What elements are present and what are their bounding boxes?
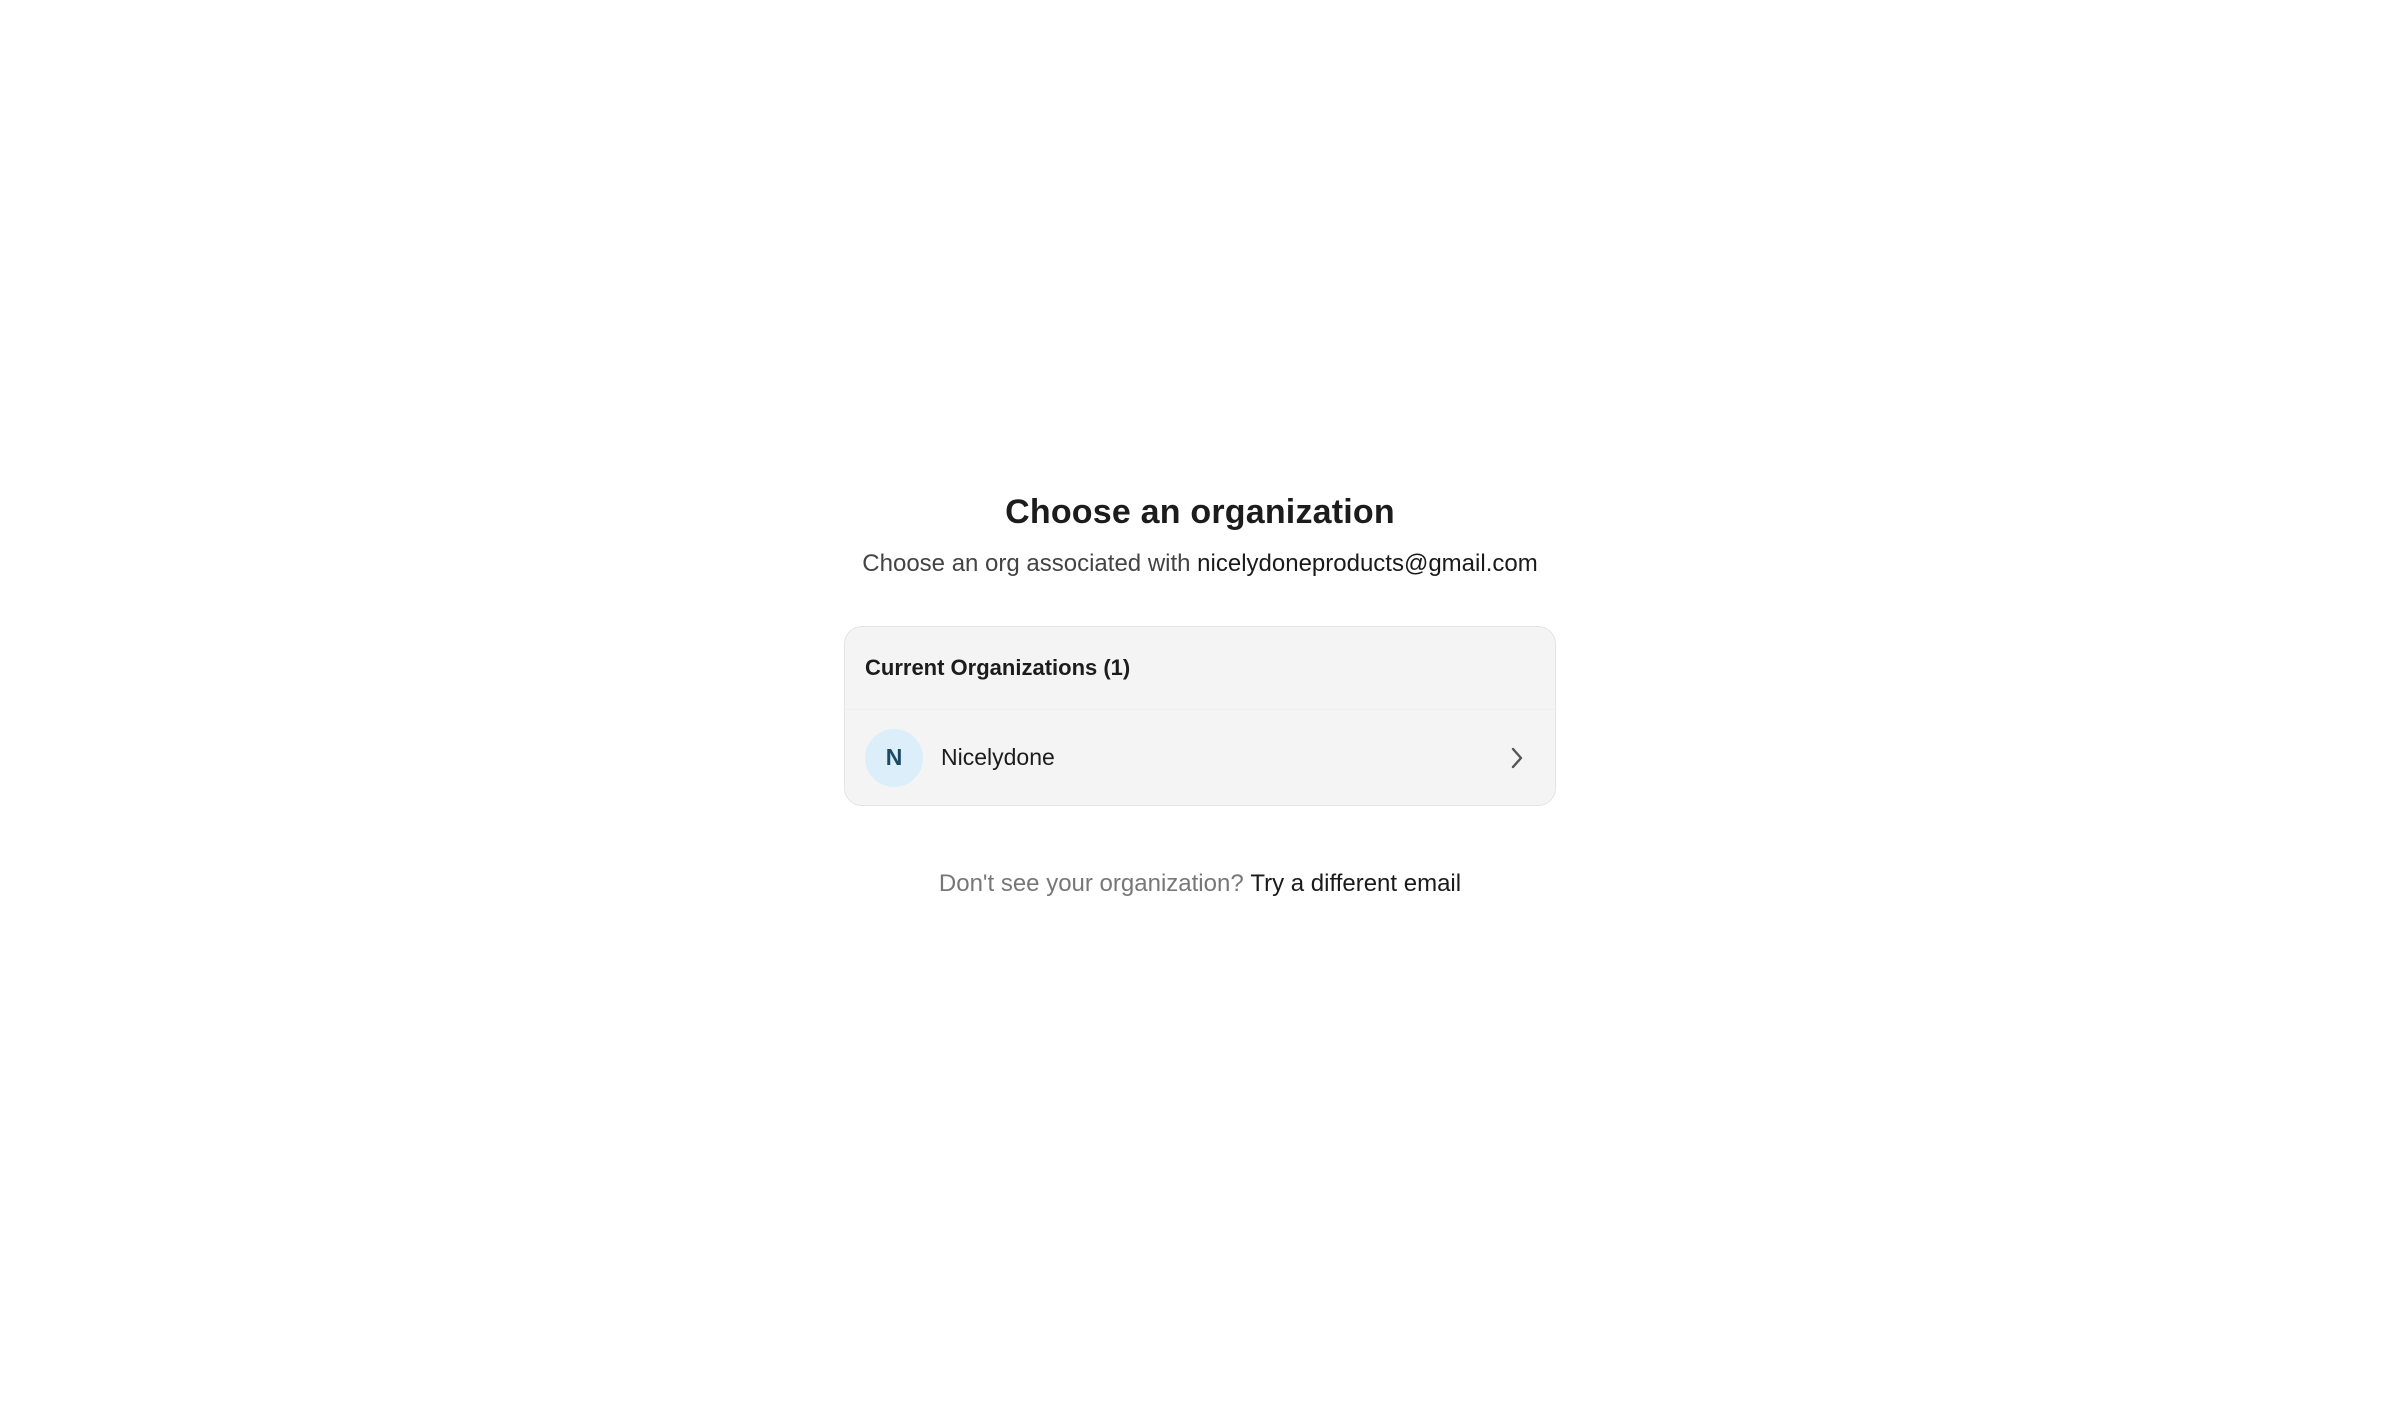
org-name: Nicelydone xyxy=(941,744,1055,770)
organizations-card: Current Organizations (1) N Nicelydone xyxy=(844,626,1556,806)
subtitle-prefix: Choose an org associated with xyxy=(862,550,1191,577)
organization-item-nicelydone[interactable]: N Nicelydone xyxy=(845,709,1555,805)
footer-prompt: Don't see your organization? xyxy=(938,870,1244,897)
try-different-email-link[interactable]: Try a different email xyxy=(1250,870,1461,897)
org-chooser: Choose an organization Choose an org ass… xyxy=(0,490,2400,900)
footer-help: Don't see your organization? Try a diffe… xyxy=(939,868,1461,900)
org-avatar: N xyxy=(865,728,923,787)
chevron-right-icon xyxy=(1505,746,1529,770)
organizations-section-title: Current Organizations (1) xyxy=(865,655,1131,680)
page-subtitle: Choose an org associated with nicelydone… xyxy=(862,548,1537,580)
page-title: Choose an organization xyxy=(1005,493,1395,531)
page: Choose an organization Choose an org ass… xyxy=(0,0,2400,1412)
user-email: nicelydoneproducts@gmail.com xyxy=(1197,550,1538,577)
